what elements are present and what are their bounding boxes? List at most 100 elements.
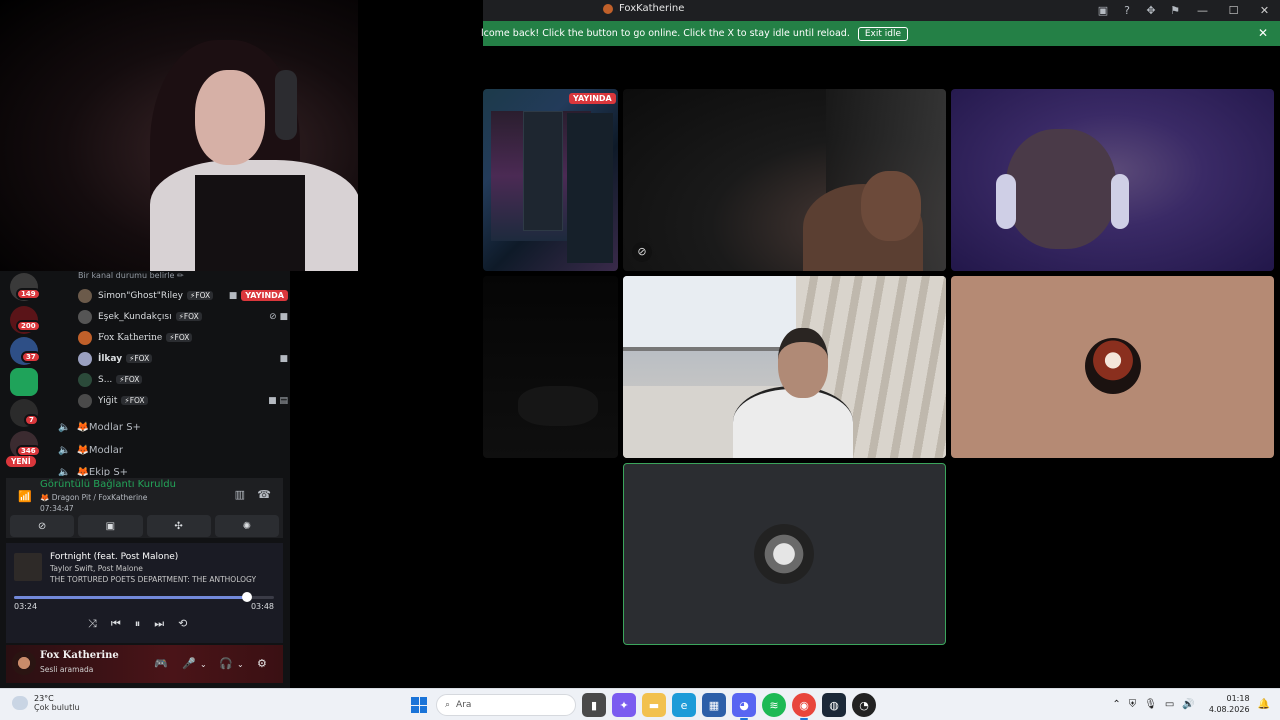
user-tag: ⚡FOX: [126, 354, 153, 363]
voice-channel[interactable]: 🔈 🦊Ekip S+: [58, 467, 128, 476]
user-name[interactable]: Fox Katherine: [40, 650, 119, 661]
video-tile-dark[interactable]: [483, 276, 618, 458]
network-icon[interactable]: ▭: [1165, 699, 1174, 710]
weather-widget[interactable]: 23°C Çok bulutlu: [12, 694, 80, 712]
tile-figure-face: [1006, 129, 1116, 249]
playback-controls: ⤨ ⏮ ⏸ ⏭ ⟲: [88, 617, 187, 631]
video-tile-dark-room[interactable]: ⊘: [623, 89, 946, 271]
system-tray: ⌃ ⛨ 🎙 ▭ 🔊 01:18 4.08.2026 🔔: [1112, 693, 1270, 715]
noise-suppression-icon[interactable]: ▥: [235, 488, 245, 501]
connection-status[interactable]: Görüntülü Bağlantı Kuruldu: [40, 479, 176, 490]
voice-channel[interactable]: 🔈 🦊Modlar S+: [58, 422, 141, 433]
exit-idle-button[interactable]: Exit idle: [857, 26, 909, 41]
mention-badge: 200: [16, 320, 41, 332]
tile-figure-head: [778, 328, 828, 398]
video-tile-purple[interactable]: [951, 89, 1274, 271]
spotify-icon[interactable]: ≋: [762, 693, 786, 717]
obs-icon[interactable]: ◔: [852, 693, 876, 717]
security-icon[interactable]: ⛨: [1129, 699, 1137, 710]
signal-icon: 📶: [18, 490, 32, 503]
song-artist[interactable]: Taylor Swift, Post Malone: [50, 564, 143, 573]
avatar-tile-speaking[interactable]: [623, 463, 946, 645]
progress-bar[interactable]: [14, 592, 274, 602]
webcam-figure-top: [195, 175, 305, 271]
voice-channel[interactable]: 🔈 🦊Modlar: [58, 445, 123, 456]
help-icon[interactable]: ?: [1115, 0, 1139, 21]
task-view-icon[interactable]: ▮: [582, 693, 606, 717]
channel-status[interactable]: Bir kanal durumu belirle ✏: [78, 271, 184, 280]
gear-icon[interactable]: ⚙: [257, 657, 267, 670]
close-button[interactable]: ✕: [1249, 0, 1280, 21]
song-title[interactable]: Fortnight (feat. Post Malone): [50, 552, 178, 562]
live-badge: YAYINDA: [569, 93, 616, 104]
cloud-icon: [12, 696, 28, 710]
video-tile-bedroom[interactable]: [623, 276, 946, 458]
voice-user[interactable]: Yiğit ⚡FOX ■ ▤: [78, 390, 288, 411]
copilot-icon[interactable]: ✦: [612, 693, 636, 717]
server-icon[interactable]: [10, 368, 38, 396]
notify-icon[interactable]: ⚑: [1163, 0, 1187, 21]
connection-channel[interactable]: 🦊 Dragon Pit / FoxKatherine: [40, 493, 147, 502]
user-tag: ⚡FOX: [175, 312, 202, 321]
disconnect-icon[interactable]: ☎: [257, 488, 271, 501]
close-notice-icon[interactable]: ✕: [1258, 26, 1268, 40]
file-explorer-icon[interactable]: ▬: [642, 693, 666, 717]
tile-shape: [518, 386, 598, 426]
previous-icon[interactable]: ⏮: [111, 617, 121, 631]
search-placeholder: Ara: [456, 700, 472, 710]
album-art: [14, 553, 42, 581]
store-icon[interactable]: ▦: [702, 693, 726, 717]
voice-user[interactable]: Simon"Ghost"Riley ⚡FOX ■ YAYINDA: [78, 285, 288, 306]
microphone-icon[interactable]: 🎤: [182, 657, 196, 670]
voice-user[interactable]: Eşek_Kundakçısı ⚡FOX ⊘ ■: [78, 306, 288, 327]
discord-icon[interactable]: ◕: [732, 693, 756, 720]
user-avatar: [78, 372, 92, 387]
voice-user[interactable]: S... ⚡FOX: [78, 369, 288, 390]
microphone-icon[interactable]: 🎙: [1144, 699, 1157, 710]
avatar-tile-fox[interactable]: [951, 276, 1274, 458]
chevron-down-icon[interactable]: ⌄: [200, 660, 207, 669]
search-box[interactable]: ⌕ Ara: [436, 694, 576, 716]
screenshare-tile[interactable]: YAYINDA: [483, 89, 618, 271]
activities-button[interactable]: ✣: [146, 515, 211, 537]
shuffle-icon[interactable]: ⤨: [88, 617, 97, 631]
voice-user[interactable]: İlkay ⚡FOX ■: [78, 348, 288, 369]
clock[interactable]: 01:18 4.08.2026: [1209, 693, 1250, 715]
edge-icon[interactable]: e: [672, 693, 696, 717]
user-tag: ⚡FOX: [187, 291, 214, 300]
tile-headphone-right: [1111, 174, 1129, 229]
chevron-up-icon[interactable]: ⌃: [1112, 699, 1120, 710]
tools-icon[interactable]: ✥: [1139, 0, 1163, 21]
screenshare-panel-right: [567, 113, 613, 263]
song-album[interactable]: THE TORTURED POETS DEPARTMENT: THE ANTHO…: [50, 575, 256, 584]
soundboard-button[interactable]: ✺: [214, 515, 279, 537]
volume-icon[interactable]: 🔊: [1182, 699, 1194, 710]
repeat-icon[interactable]: ⟲: [178, 617, 187, 631]
speaker-icon: 🔈: [58, 467, 71, 476]
screen-share-button[interactable]: ▣: [78, 515, 143, 537]
chevron-down-icon[interactable]: ⌄: [237, 660, 244, 669]
controller-icon[interactable]: 🎮: [154, 657, 168, 670]
progress-knob[interactable]: [241, 592, 252, 602]
user-avatar: [78, 351, 92, 366]
user-avatar[interactable]: [12, 651, 36, 675]
notification-bell-icon[interactable]: 🔔: [1258, 699, 1270, 710]
connection-timer: 07:34:47: [40, 504, 74, 513]
taskbar-apps: ⌕ Ara ▮ ✦ ▬ e ▦ ◕ ≋ ◉ ◍ ◔: [408, 693, 876, 720]
chrome-icon[interactable]: ◉: [792, 693, 816, 720]
headphones-icon[interactable]: 🎧: [219, 657, 233, 670]
inbox-icon[interactable]: ▣: [1091, 0, 1115, 21]
new-badge[interactable]: YENİ: [6, 456, 36, 467]
next-icon[interactable]: ⏭: [154, 617, 164, 631]
mention-badge: 37: [21, 351, 41, 363]
voice-user[interactable]: Fox Katherine ⚡FOX: [78, 327, 288, 348]
maximize-button[interactable]: ☐: [1218, 0, 1249, 21]
pause-icon[interactable]: ⏸: [135, 617, 141, 631]
camera-off-button[interactable]: ⊘: [10, 515, 75, 537]
steam-icon[interactable]: ◍: [822, 693, 846, 717]
voice-user-name: S...: [98, 374, 113, 385]
minimize-button[interactable]: —: [1187, 0, 1218, 21]
start-button[interactable]: [408, 694, 430, 716]
weather-text: Çok bulutlu: [34, 703, 80, 712]
user-avatar: [1085, 338, 1141, 394]
